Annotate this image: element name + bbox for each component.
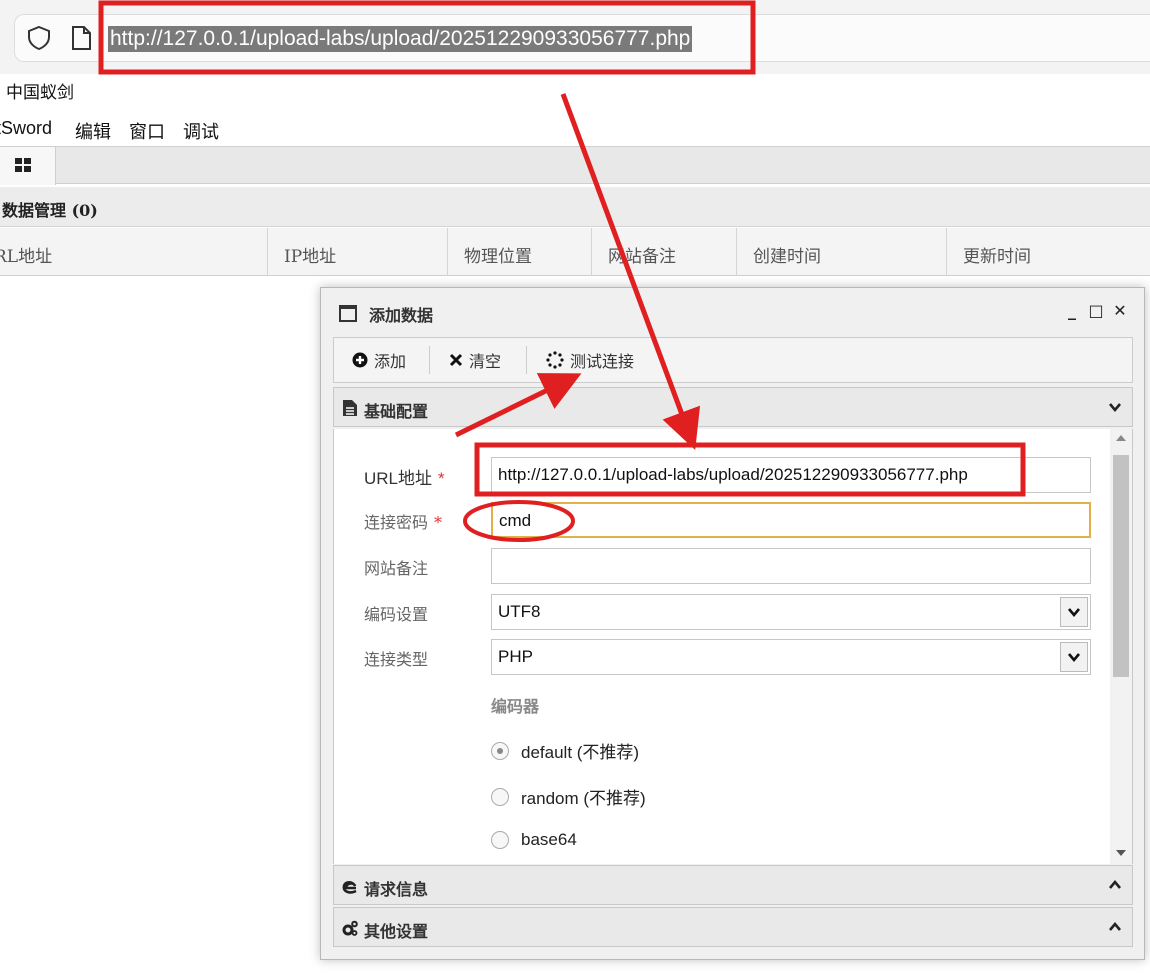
edge-icon xyxy=(342,880,357,894)
section-other-settings[interactable]: 其他设置 xyxy=(333,907,1133,947)
browser-toolbar: http://127.0.0.1/upload-labs/upload/2025… xyxy=(0,0,1150,74)
column-note-label: 网站备注 xyxy=(608,247,676,267)
encoder-option-label: default (不推荐) xyxy=(521,743,640,762)
chevron-down-icon xyxy=(1068,608,1080,618)
column-updated-label: 更新时间 xyxy=(963,247,1031,267)
document-icon xyxy=(343,400,357,416)
page-icon xyxy=(72,26,91,50)
window-icon xyxy=(339,305,357,322)
radio-unselected[interactable] xyxy=(491,787,509,806)
toolbar-divider xyxy=(429,346,430,374)
encoder-option-base64[interactable]: base64 xyxy=(491,830,577,850)
column-note[interactable]: 网站备注 xyxy=(592,228,737,276)
menu-bar: tSword 编辑 窗口 调试 xyxy=(0,110,1150,146)
type-dropdown-button[interactable] xyxy=(1060,642,1088,672)
test-connection-button[interactable]: 测试连接 xyxy=(546,348,634,372)
minimize-button[interactable]: _ xyxy=(1063,302,1081,320)
chevron-down-icon xyxy=(1109,403,1121,413)
maximize-button[interactable]: □ xyxy=(1087,302,1105,320)
menu-edit[interactable]: 编辑 xyxy=(75,118,111,144)
scroll-up-arrow-icon[interactable] xyxy=(1116,435,1126,441)
encoding-select[interactable]: UTF8 xyxy=(491,594,1091,630)
encoder-option-random[interactable]: random (不推荐) xyxy=(491,784,646,809)
chevron-down-icon xyxy=(1068,653,1080,663)
column-ip-label: IP地址 xyxy=(284,247,337,267)
encoder-option-label: random (不推荐) xyxy=(521,789,646,808)
menu-antsword[interactable]: tSword xyxy=(0,118,52,139)
test-connection-label: 测试连接 xyxy=(570,352,635,371)
scroll-down-arrow-icon[interactable] xyxy=(1116,850,1126,856)
basic-config-body: URL地址 * http://127.0.0.1/upload-labs/uplo… xyxy=(333,429,1133,864)
clear-button[interactable]: 清空 xyxy=(449,348,501,372)
url-field[interactable]: http://127.0.0.1/upload-labs/upload/2025… xyxy=(491,457,1091,493)
radio-selected[interactable] xyxy=(491,741,509,760)
url-field-label: URL地址 * xyxy=(364,469,445,488)
note-field[interactable] xyxy=(491,548,1091,584)
data-panel-title: 数据管理 (0) xyxy=(2,201,98,220)
password-field-label: 连接密码 * xyxy=(364,513,443,532)
column-created-label: 创建时间 xyxy=(753,247,821,267)
toolbar-divider xyxy=(526,346,527,374)
chevron-up-icon xyxy=(1109,921,1121,931)
type-select-value: PHP xyxy=(498,647,533,666)
app-title: 中国蚁剑 xyxy=(6,83,74,102)
section-basic-config[interactable]: 基础配置 xyxy=(333,387,1133,427)
column-url[interactable]: RL地址 xyxy=(0,228,268,276)
scrollbar-thumb[interactable] xyxy=(1113,455,1129,677)
chevron-up-icon xyxy=(1109,879,1121,889)
clear-button-label: 清空 xyxy=(469,352,502,371)
column-created[interactable]: 创建时间 xyxy=(737,228,947,276)
encoder-option-label: base64 xyxy=(521,830,577,849)
column-updated[interactable]: 更新时间 xyxy=(947,228,1150,276)
add-button-label: 添加 xyxy=(374,352,407,371)
dialog-titlebar[interactable]: 添加数据 _ □ ✕ xyxy=(321,288,1144,336)
column-url-label: RL地址 xyxy=(0,247,53,267)
x-icon xyxy=(449,353,463,367)
tab-home[interactable] xyxy=(0,147,56,185)
grid-icon xyxy=(15,158,31,172)
spinner-icon xyxy=(546,351,564,369)
menu-debug[interactable]: 调试 xyxy=(183,118,219,144)
section-basic-label: 基础配置 xyxy=(364,402,429,421)
radio-unselected[interactable] xyxy=(491,831,509,849)
add-data-dialog: 添加数据 _ □ ✕ 添加 清空 测试连接 基础配置 URL地址 * http:… xyxy=(320,287,1145,960)
column-location-label: 物理位置 xyxy=(464,247,532,267)
encoding-field-label: 编码设置 xyxy=(364,605,429,624)
gears-icon xyxy=(342,920,358,936)
data-grid-header: RL地址 IP地址 物理位置 网站备注 创建时间 更新时间 xyxy=(0,228,1150,276)
add-button[interactable]: 添加 xyxy=(352,348,406,372)
type-field-label: 连接类型 xyxy=(364,650,429,669)
column-location[interactable]: 物理位置 xyxy=(448,228,592,276)
encoding-select-value: UTF8 xyxy=(498,602,541,621)
plus-circle-icon xyxy=(352,352,368,368)
encoder-title: 编码器 xyxy=(491,697,540,716)
section-request-info[interactable]: 请求信息 xyxy=(333,865,1133,905)
encoding-dropdown-button[interactable] xyxy=(1060,597,1088,627)
address-url-text[interactable]: http://127.0.0.1/upload-labs/upload/2025… xyxy=(108,26,693,52)
shield-icon[interactable] xyxy=(26,25,52,51)
section-request-label: 请求信息 xyxy=(364,880,429,899)
data-panel-header: 数据管理 (0) xyxy=(0,187,1150,227)
menu-window[interactable]: 窗口 xyxy=(129,118,165,144)
column-ip[interactable]: IP地址 xyxy=(268,228,448,276)
close-button[interactable]: ✕ xyxy=(1111,302,1129,320)
password-field[interactable]: cmd xyxy=(491,502,1091,538)
scrollbar[interactable] xyxy=(1110,429,1132,864)
type-select[interactable]: PHP xyxy=(491,639,1091,675)
encoder-option-default[interactable]: default (不推荐) xyxy=(491,738,639,763)
dialog-title: 添加数据 xyxy=(369,306,434,325)
dialog-toolbar: 添加 清空 测试连接 xyxy=(333,337,1133,383)
tab-bar xyxy=(0,146,1150,185)
section-other-label: 其他设置 xyxy=(364,922,429,941)
note-field-label: 网站备注 xyxy=(364,559,429,578)
